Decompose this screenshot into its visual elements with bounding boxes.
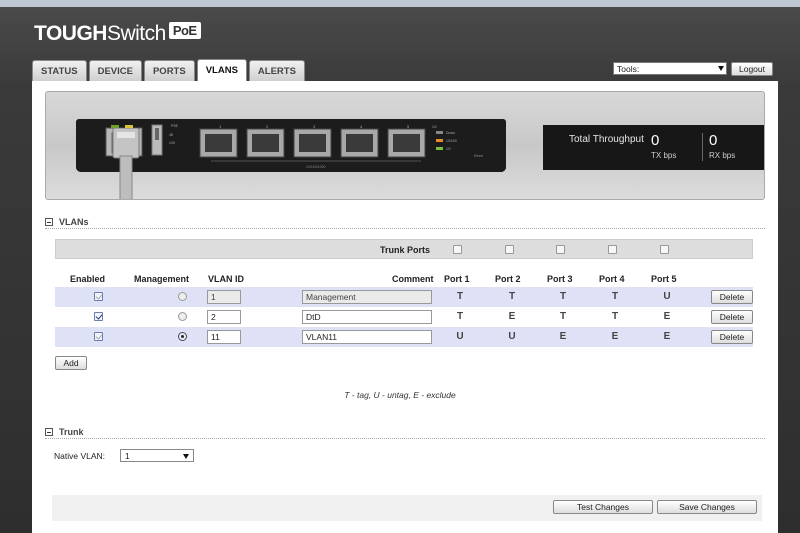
add-vlan-button[interactable]: Add (55, 356, 87, 370)
column-header-port: Port 2 (495, 274, 521, 284)
enabled-checkbox[interactable] (94, 312, 103, 321)
comment-field[interactable]: Management (302, 290, 432, 304)
ethernet-cable-image (112, 128, 140, 199)
column-header-port: Port 4 (599, 274, 625, 284)
port-membership[interactable]: E (660, 331, 674, 342)
device-reset-label: Reset (474, 154, 483, 158)
port-membership[interactable]: U (660, 291, 674, 302)
port-membership[interactable]: T (453, 291, 467, 302)
trunk-port-checkbox[interactable] (608, 245, 617, 254)
device-24v-label: 24V (169, 141, 176, 145)
comment-field[interactable]: DtD (302, 310, 432, 324)
column-header-enabled: Enabled (70, 274, 106, 284)
management-radio[interactable] (178, 332, 187, 341)
vlan-id-field[interactable]: 11 (207, 330, 241, 344)
rx-value: 0 (709, 132, 718, 149)
product-logo: TOUGHSwitch PoE (34, 22, 201, 46)
vlans-section-header[interactable]: VLANs (45, 217, 89, 227)
native-vlan-label: Native VLAN: (54, 451, 106, 461)
port-membership[interactable]: E (608, 331, 622, 342)
column-header-comment: Comment (392, 274, 434, 284)
device-48v-label: 48 (169, 133, 173, 137)
logo-regular-text: Switch (106, 22, 166, 45)
device-pse-label: PSE (171, 124, 179, 128)
tab-status[interactable]: STATUS (32, 60, 87, 81)
port-membership[interactable]: E (660, 311, 674, 322)
main-tabs: STATUS DEVICE PORTS VLANS ALERTS (32, 59, 305, 81)
management-radio[interactable] (178, 312, 187, 321)
native-vlan-value: 1 (125, 450, 130, 461)
port-membership[interactable]: T (556, 311, 570, 322)
port-membership[interactable]: T (608, 291, 622, 302)
browser-top-band (0, 0, 800, 7)
device-speed-label: 10/100/1000 (306, 165, 326, 169)
native-vlan-select[interactable]: 1 (120, 449, 194, 462)
tab-device[interactable]: DEVICE (88, 60, 142, 81)
logout-button[interactable]: Logout (731, 62, 773, 76)
device-legend-1g: 1G (446, 147, 451, 151)
delete-button[interactable]: Delete (711, 310, 753, 324)
device-legend-down: Down (446, 131, 455, 135)
column-header-management: Management (134, 274, 190, 284)
trunk-port-checkbox[interactable] (453, 245, 462, 254)
vlans-section-title: VLANs (59, 217, 89, 227)
test-changes-button[interactable]: Test Changes (553, 500, 653, 514)
device-legend-header: 1G (432, 125, 437, 129)
tools-dropdown-label: Tools: (617, 63, 640, 74)
footer-bar (52, 495, 762, 521)
chevron-down-icon (718, 66, 724, 71)
column-header-port: Port 1 (444, 274, 470, 284)
port-membership[interactable]: E (505, 311, 519, 322)
save-changes-button[interactable]: Save Changes (657, 500, 757, 514)
port-membership[interactable]: T (556, 291, 570, 302)
divider (45, 228, 765, 229)
port-membership[interactable]: T (453, 311, 467, 322)
trunk-ports-label: Trunk Ports (380, 245, 431, 255)
device-legend-10-100: 10/100 (446, 139, 457, 143)
tab-vlans[interactable]: VLANS (196, 59, 247, 81)
port-membership[interactable]: U (453, 331, 467, 342)
vlan-id-field[interactable]: 2 (207, 310, 241, 324)
collapse-icon[interactable] (45, 218, 53, 226)
tx-unit: TX bps (651, 151, 677, 160)
delete-button[interactable]: Delete (711, 330, 753, 344)
rx-unit: RX bps (709, 151, 736, 160)
trunk-port-checkbox[interactable] (660, 245, 669, 254)
trunk-port-checkbox[interactable] (556, 245, 565, 254)
trunk-section-header[interactable]: Trunk (45, 427, 84, 437)
tab-alerts[interactable]: ALERTS (248, 60, 305, 81)
vlan-id-field[interactable]: 1 (207, 290, 241, 304)
tools-dropdown[interactable]: Tools: (613, 62, 727, 75)
throughput-panel: Total Throughput 0 TX bps 0 RX bps (543, 125, 764, 170)
throughput-divider (702, 133, 703, 161)
throughput-label: Total Throughput (569, 134, 644, 145)
port-membership[interactable]: E (556, 331, 570, 342)
trunk-port-checkbox[interactable] (505, 245, 514, 254)
column-header-vlan-id: VLAN ID (208, 274, 244, 284)
port-membership[interactable]: T (608, 311, 622, 322)
chevron-down-icon (183, 454, 189, 459)
management-radio[interactable] (178, 292, 187, 301)
logo-bold-text: TOUGH (34, 22, 107, 45)
enabled-checkbox[interactable] (94, 332, 103, 341)
port-membership[interactable]: U (505, 331, 519, 342)
port-code-legend: T - tag, U - untag, E - exclude (344, 390, 456, 400)
collapse-icon[interactable] (45, 428, 53, 436)
enabled-checkbox[interactable] (94, 292, 103, 301)
delete-button[interactable]: Delete (711, 290, 753, 304)
column-header-port: Port 3 (547, 274, 573, 284)
trunk-section-title: Trunk (59, 427, 84, 437)
tab-ports[interactable]: PORTS (143, 60, 195, 81)
column-header-port: Port 5 (651, 274, 677, 284)
comment-field[interactable]: VLAN11 (302, 330, 432, 344)
tx-value: 0 (651, 132, 660, 149)
device-banner: 1 2 3 4 5 10/100/1000 Down 10/100 1G 1G … (45, 91, 765, 200)
logo-poe-badge: PoE (168, 22, 201, 39)
divider (45, 438, 765, 439)
port-membership[interactable]: T (505, 291, 519, 302)
